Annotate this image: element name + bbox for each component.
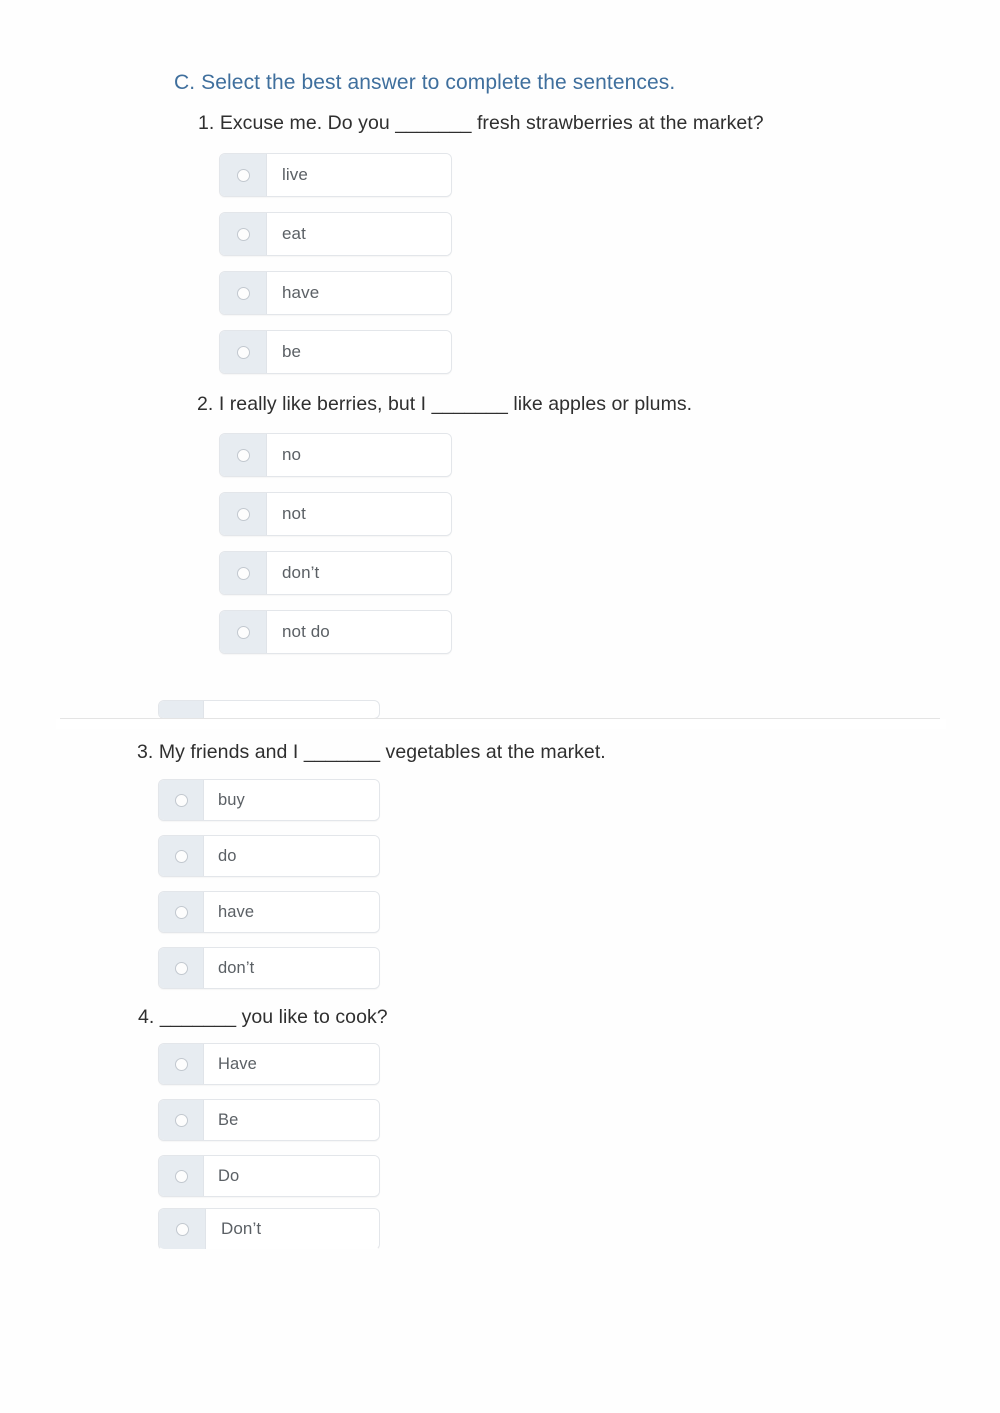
option-label[interactable]: have	[204, 892, 379, 932]
radio-button-icon[interactable]	[236, 566, 250, 580]
option-label[interactable]: Don’t	[206, 1209, 379, 1249]
option-row[interactable]: Don’t	[158, 1208, 380, 1249]
radio-button-icon[interactable]	[236, 168, 250, 182]
option-row[interactable]: not do	[219, 610, 452, 654]
option-label[interactable]: don’t	[204, 948, 379, 988]
option-row[interactable]: have	[158, 891, 380, 933]
radio-cell[interactable]	[159, 1044, 204, 1084]
question-4-prompt: 4. _______ you like to cook?	[138, 1006, 388, 1028]
radio-cell[interactable]	[220, 493, 267, 535]
question-2-options: no not don’t not do	[219, 433, 452, 669]
radio-cell[interactable]	[220, 272, 267, 314]
option-label[interactable]: buy	[204, 780, 379, 820]
radio-button-icon[interactable]	[236, 227, 250, 241]
option-row[interactable]: eat	[219, 212, 452, 256]
radio-button-icon[interactable]	[236, 625, 250, 639]
radio-cell[interactable]	[159, 1209, 206, 1249]
option-row[interactable]: don’t	[158, 947, 380, 989]
option-label[interactable]: live	[267, 154, 451, 196]
option-row[interactable]: live	[219, 153, 452, 197]
question-3-prompt: 3. My friends and I _______ vegetables a…	[137, 741, 606, 763]
question-4-options: Have Be Do	[158, 1043, 380, 1211]
option-label[interactable]: not do	[267, 611, 451, 653]
option-row[interactable]: don’t	[219, 551, 452, 595]
option-row[interactable]: Do	[158, 1155, 380, 1197]
option-label[interactable]: have	[267, 272, 451, 314]
question-1-prompt: 1. Excuse me. Do you _______ fresh straw…	[198, 112, 764, 134]
clipped-option-row	[158, 700, 380, 719]
option-row[interactable]: do	[158, 835, 380, 877]
option-label[interactable]: Do	[204, 1156, 379, 1196]
radio-cell[interactable]	[159, 892, 204, 932]
radio-cell[interactable]	[159, 1156, 204, 1196]
option-row[interactable]: Have	[158, 1043, 380, 1085]
radio-button-icon[interactable]	[174, 793, 188, 807]
radio-cell[interactable]	[220, 154, 267, 196]
radio-button-icon[interactable]	[236, 345, 250, 359]
radio-button-icon[interactable]	[174, 849, 188, 863]
option-label[interactable]: Have	[204, 1044, 379, 1084]
option-row[interactable]: not	[219, 492, 452, 536]
question-1-options: live eat have be	[219, 153, 452, 389]
option-row[interactable]: have	[219, 271, 452, 315]
radio-cell[interactable]	[220, 213, 267, 255]
option-label[interactable]: Be	[204, 1100, 379, 1140]
section-heading-c: C. Select the best answer to complete th…	[174, 71, 676, 94]
radio-cell[interactable]	[159, 1100, 204, 1140]
option-label[interactable]: no	[267, 434, 451, 476]
question-4-last-option: Don’t	[158, 1208, 380, 1249]
option-label[interactable]: eat	[267, 213, 451, 255]
radio-button-icon[interactable]	[174, 961, 188, 975]
radio-cell[interactable]	[159, 836, 204, 876]
option-label[interactable]: don’t	[267, 552, 451, 594]
radio-cell[interactable]	[220, 611, 267, 653]
radio-button-icon[interactable]	[175, 1222, 189, 1236]
radio-button-icon[interactable]	[236, 507, 250, 521]
radio-cell[interactable]	[220, 552, 267, 594]
question-3-options: buy do have don’t	[158, 779, 380, 1003]
radio-button-icon[interactable]	[174, 905, 188, 919]
radio-cell[interactable]	[159, 780, 204, 820]
worksheet-page: C. Select the best answer to complete th…	[0, 0, 1000, 1413]
radio-cell[interactable]	[220, 434, 267, 476]
radio-button-icon[interactable]	[174, 1113, 188, 1127]
option-label[interactable]: be	[267, 331, 451, 373]
option-row[interactable]: buy	[158, 779, 380, 821]
page-break-divider	[60, 718, 940, 719]
radio-button-icon[interactable]	[174, 1169, 188, 1183]
radio-button-icon[interactable]	[174, 1057, 188, 1071]
question-2-prompt: 2. I really like berries, but I _______ …	[197, 393, 693, 415]
radio-cell[interactable]	[159, 948, 204, 988]
option-label[interactable]: not	[267, 493, 451, 535]
option-row[interactable]: be	[219, 330, 452, 374]
option-row[interactable]: no	[219, 433, 452, 477]
page-break-mask	[56, 719, 946, 729]
radio-button-icon[interactable]	[236, 286, 250, 300]
option-label[interactable]: do	[204, 836, 379, 876]
radio-cell[interactable]	[220, 331, 267, 373]
radio-button-icon[interactable]	[236, 448, 250, 462]
option-row[interactable]: Be	[158, 1099, 380, 1141]
radio-cell	[159, 701, 204, 718]
